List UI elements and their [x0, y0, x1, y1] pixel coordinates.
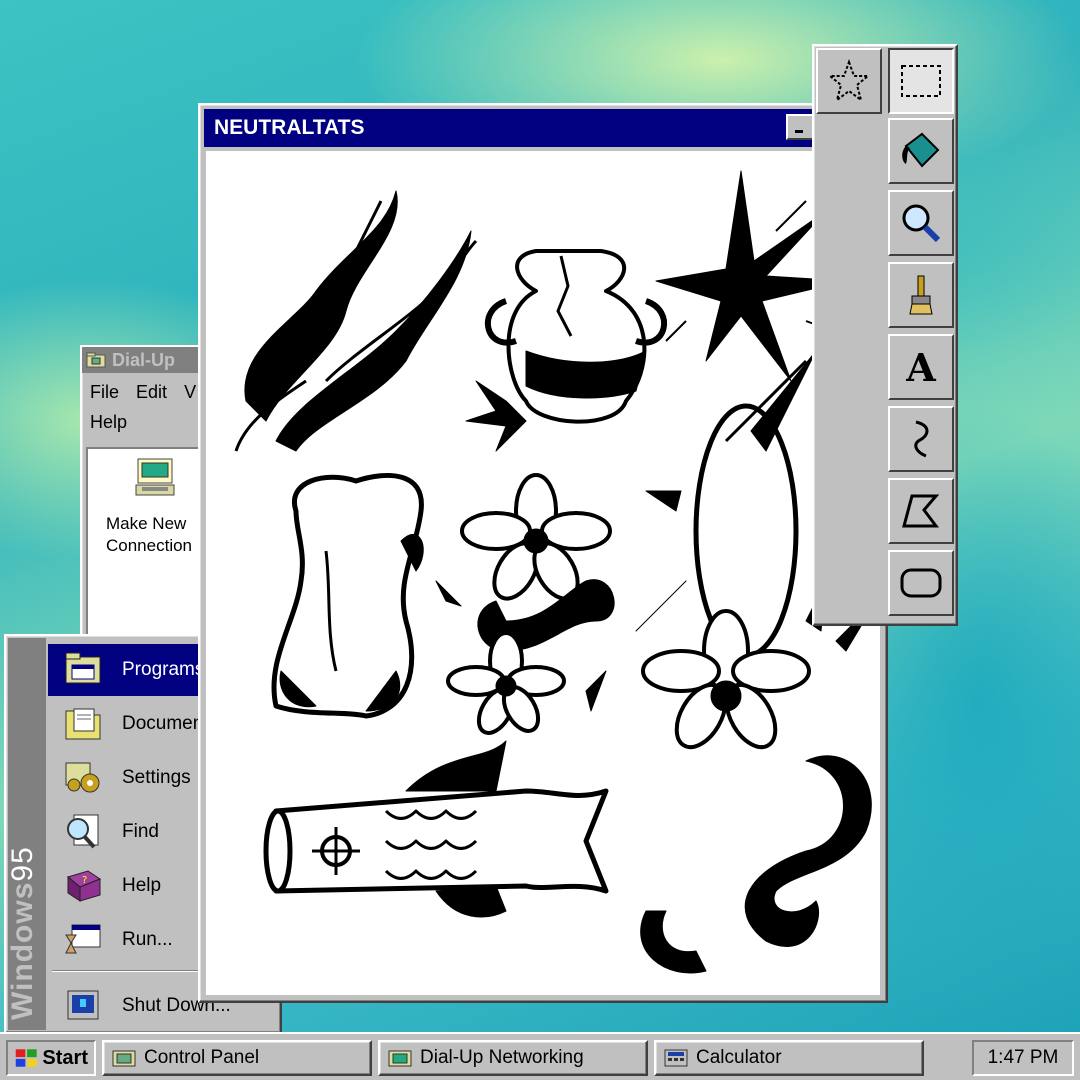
tool-curve[interactable]: [888, 406, 954, 472]
start-item-label: Settings: [122, 767, 191, 788]
tool-rect-select[interactable]: [888, 48, 954, 114]
windows-logo-icon: [15, 1049, 37, 1067]
paint-toolbox: A: [812, 44, 958, 626]
start-label: Start: [42, 1046, 88, 1069]
minimize-icon: [795, 130, 803, 133]
rounded-rect-icon: [900, 568, 942, 598]
koi-windsock-drawing: [263, 740, 609, 918]
main-title: NEUTRALTATS: [214, 116, 365, 139]
task-control-panel[interactable]: Control Panel: [102, 1040, 372, 1076]
menu-edit[interactable]: Edit: [136, 382, 167, 402]
start-item-label: Programs: [122, 659, 205, 680]
polygon-icon: [902, 494, 940, 528]
curve-icon: [914, 420, 929, 458]
find-icon: [67, 814, 99, 849]
main-titlebar[interactable]: NEUTRALTATS: [204, 109, 882, 147]
folder-icon: [86, 352, 106, 368]
tattoo-flash-artwork: [234, 170, 877, 974]
daisy-thorn-drawing: [640, 580, 877, 974]
task-dialup-networking[interactable]: Dial-Up Networking: [378, 1040, 648, 1076]
rect-select-icon: [901, 65, 941, 97]
tool-free-select[interactable]: [816, 48, 882, 114]
paint-bucket-icon: [902, 132, 940, 168]
programs-icon: [65, 652, 101, 684]
magnifier-icon: [902, 204, 941, 243]
tool-brush[interactable]: [888, 262, 954, 328]
tool-text[interactable]: A: [888, 334, 954, 400]
neutraltats-window: NEUTRALTATS: [198, 103, 888, 1003]
help-book-icon: ?: [66, 870, 102, 902]
drawing-canvas[interactable]: [206, 151, 880, 995]
minimize-button[interactable]: [786, 114, 814, 140]
system-clock[interactable]: 1:47 PM: [972, 1040, 1074, 1076]
menu-help[interactable]: Help: [90, 412, 127, 432]
start-item-label: Run...: [122, 929, 173, 950]
star-select-icon: [827, 59, 871, 103]
start-button[interactable]: Start: [6, 1040, 96, 1076]
make-connection-label[interactable]: Make New Connection: [106, 513, 192, 557]
vase-drawing: [465, 249, 667, 452]
torso-drawing: [271, 473, 424, 719]
dialup-networking-icon: [388, 1050, 412, 1067]
shutdown-icon: [67, 990, 99, 1020]
calculator-icon: [664, 1049, 688, 1067]
dialup-title: Dial-Up: [112, 349, 175, 370]
start-item-label: Documen: [122, 713, 204, 734]
settings-icon: [65, 762, 100, 793]
svg-text:?: ?: [82, 875, 87, 886]
run-icon: [65, 924, 101, 954]
task-label: Control Panel: [144, 1047, 260, 1068]
documents-icon: [65, 708, 101, 740]
start-menu-sidebar: Windows95: [6, 638, 46, 1030]
tool-fill[interactable]: [888, 118, 954, 184]
flame-flourish: [234, 190, 478, 452]
task-label: Dial-Up Networking: [420, 1047, 584, 1068]
menu-file[interactable]: File: [90, 382, 119, 402]
daisy-serpent-drawing: [435, 473, 615, 735]
task-label: Calculator: [696, 1047, 782, 1068]
menu-view[interactable]: V: [184, 382, 196, 402]
start-item-label: Help: [122, 875, 162, 896]
brush-icon: [909, 275, 933, 315]
tool-polygon[interactable]: [888, 478, 954, 544]
taskbar: Start Control Panel Dial-Up Networking C…: [0, 1032, 1080, 1080]
windows95-brand: Windows95: [6, 846, 39, 1020]
control-panel-icon: [112, 1050, 136, 1067]
start-item-label: Find: [122, 821, 159, 842]
task-calculator[interactable]: Calculator: [654, 1040, 924, 1076]
text-tool-icon: A: [906, 344, 936, 390]
tool-rounded-rect[interactable]: [888, 550, 954, 616]
make-connection-icon[interactable]: [134, 455, 178, 499]
tool-magnifier[interactable]: [888, 190, 954, 256]
